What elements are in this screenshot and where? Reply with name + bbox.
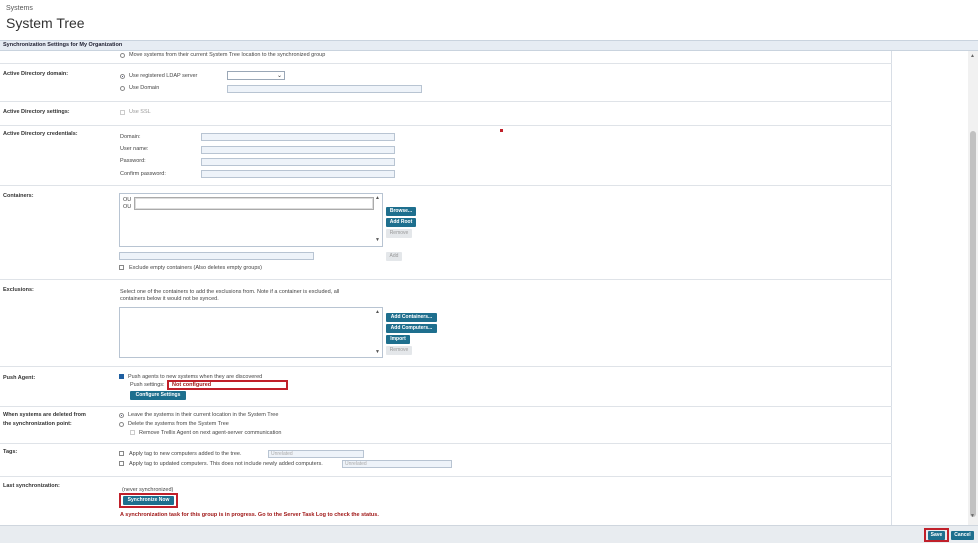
password-input[interactable] [201,158,395,166]
last-sync-label: Last synchronization: [3,483,60,489]
use-domain-radio[interactable] [120,86,125,91]
scroll-down-icon[interactable]: ▼ [970,513,975,519]
scrollbar-thumb[interactable] [970,131,976,517]
confirm-password-label: Confirm password: [120,171,166,177]
remove-exclusion-button[interactable]: Remove [386,346,412,355]
push-settings-value: Not configured [172,382,212,388]
settings-form: Move systems from their current System T… [0,51,892,525]
remove-container-button[interactable]: Remove [386,229,412,238]
chevron-down-icon: ⌄ [276,73,282,79]
configure-settings-button[interactable]: Configure Settings [130,391,186,400]
use-ssl-checkbox[interactable] [120,110,125,115]
move-systems-radio[interactable] [120,53,125,58]
move-systems-label: Move systems from their current System T… [129,52,326,58]
exclusions-list[interactable]: ▲ ▼ [119,307,383,358]
delete-systems-radio[interactable] [119,422,124,427]
scroll-up-icon[interactable]: ▲ [970,53,975,59]
exclusions-label: Exclusions: [3,287,34,293]
page-scrollbar[interactable]: ▲ ▼ [968,51,978,525]
exclusions-description: Select one of the containers to add the … [120,289,340,295]
tag-updated-input[interactable]: Unrelated [342,460,452,468]
scroll-down-icon[interactable]: ▼ [375,349,380,355]
add-computers-button[interactable]: Add Computers... [386,324,437,333]
footer-bar: Save Cancel [0,525,978,543]
add-container-button[interactable]: Add [386,252,402,261]
tag-updated-checkbox[interactable] [119,461,124,466]
tag-updated-label: Apply tag to updated computers. This doe… [129,461,323,467]
section-title: Synchronization Settings for My Organiza… [3,42,123,48]
username-input[interactable] [201,146,395,154]
container-name-overlay [134,197,374,210]
confirm-password-input[interactable] [201,170,395,178]
username-label: User name: [120,146,149,152]
save-highlight: Save [924,528,949,542]
remove-agent-checkbox[interactable] [130,430,135,435]
cancel-button[interactable]: Cancel [951,531,974,540]
ad-domain-label: Active Directory domain: [3,71,69,77]
container-path-input[interactable] [119,252,314,260]
sync-now-highlight: Synchronize Now [119,493,178,508]
divider [0,366,892,367]
ad-settings-label: Active Directory settings: [3,109,70,115]
use-ssl-label: Use SSL [129,109,151,115]
add-containers-button[interactable]: Add Containers... [386,313,437,322]
divider [0,185,892,186]
exclude-empty-checkbox[interactable] [119,265,124,270]
container-item[interactable]: OU [123,204,131,210]
exclusions-description-2: containers below it would not be synced. [120,296,219,302]
tag-new-input[interactable]: Unrelated [268,450,364,458]
leave-systems-radio[interactable] [119,413,124,418]
tags-label: Tags: [3,449,18,455]
leave-systems-label: Leave the systems in their current locat… [128,412,279,418]
ldap-server-select[interactable]: ⌄ [227,71,285,80]
exclude-empty-label: Exclude empty containers (Also deletes e… [129,265,262,271]
scroll-up-icon[interactable]: ▲ [375,309,380,315]
use-ldap-radio[interactable] [120,74,125,79]
save-button[interactable]: Save [928,531,945,540]
divider [0,406,892,407]
import-button[interactable]: Import [386,335,410,344]
containers-list[interactable]: OU OU ▲ ▼ [119,193,383,247]
tag-new-checkbox[interactable] [119,451,124,456]
push-agents-checkbox[interactable] [119,374,124,379]
use-ldap-label: Use registered LDAP server [129,73,198,79]
password-label: Password: [120,158,146,164]
ad-credentials-label: Active Directory credentials: [3,131,78,137]
browse-button[interactable]: Browse... [386,207,416,216]
use-domain-label: Use Domain [129,85,160,91]
section-header: Synchronization Settings for My Organiza… [0,40,978,51]
push-settings-highlight: Not configured [167,380,288,390]
deleted-systems-label-2: the synchronization point: [3,421,72,427]
divider [0,443,892,444]
push-settings-label: Push settings: [130,382,165,388]
containers-label: Containers: [3,193,34,199]
required-marker [500,129,503,132]
page-title: System Tree [6,15,85,31]
divider [0,63,892,64]
divider [0,279,892,280]
delete-systems-label: Delete the systems from the System Tree [128,421,229,427]
deleted-systems-label: When systems are deleted from [3,412,86,418]
add-root-button[interactable]: Add Root [386,218,416,227]
scroll-down-icon[interactable]: ▼ [375,237,380,243]
cred-domain-label: Domain: [120,134,141,140]
sync-warning-message: A synchronization task for this group is… [120,512,379,518]
cred-domain-input[interactable] [201,133,395,141]
push-agent-label: Push Agent: [3,375,36,381]
remove-agent-label: Remove Trellix Agent on next agent-serve… [139,430,282,436]
divider [0,476,892,477]
tag-new-label: Apply tag to new computers added to the … [129,451,242,457]
divider [0,125,892,126]
page-header: Systems System Tree [0,0,978,40]
synchronize-now-button[interactable]: Synchronize Now [123,496,174,505]
container-item[interactable]: OU [123,197,131,203]
domain-input[interactable] [227,85,422,93]
divider [0,101,892,102]
breadcrumb[interactable]: Systems [6,5,33,12]
scroll-up-icon[interactable]: ▲ [375,195,380,201]
